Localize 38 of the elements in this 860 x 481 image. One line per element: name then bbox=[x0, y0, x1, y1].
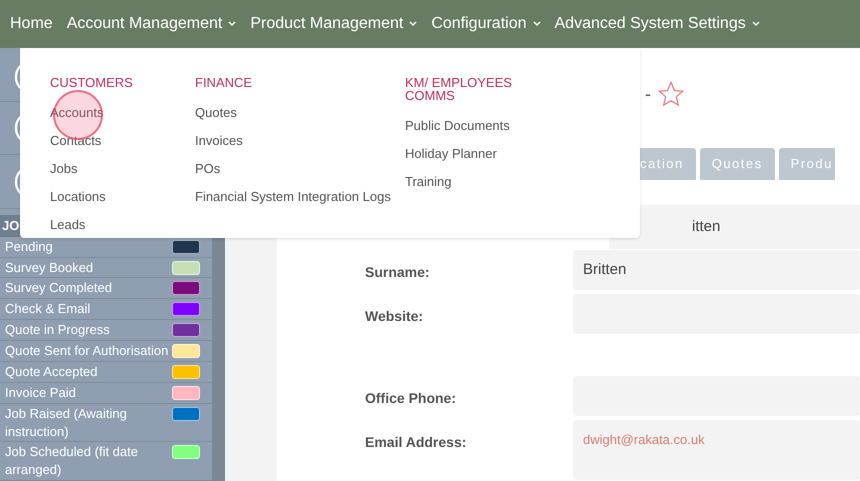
status-label[interactable]: Quote Sent for Authorisation bbox=[5, 342, 172, 360]
menu-item[interactable]: Public Documents bbox=[405, 116, 605, 144]
star-icon[interactable] bbox=[657, 80, 685, 108]
nav-menu-item[interactable]: Advanced System Settings bbox=[554, 12, 760, 36]
field-label: Email Address: bbox=[364, 433, 468, 452]
menu-heading: CUSTOMERS bbox=[50, 76, 134, 89]
status-label[interactable]: Check & Email bbox=[5, 300, 172, 318]
nav-menu-item[interactable]: Configuration bbox=[431, 12, 540, 36]
nav-menu-item[interactable]: Home bbox=[10, 12, 53, 36]
section-heading: JO bbox=[2, 216, 20, 235]
menu-item[interactable]: POs bbox=[195, 159, 405, 187]
status-label[interactable]: Job Scheduled (fit date arranged) bbox=[5, 443, 172, 480]
status-label[interactable]: Survey Booked bbox=[5, 258, 172, 277]
menu-item[interactable]: Invoices bbox=[195, 131, 405, 159]
field-label: Office Phone: bbox=[364, 389, 458, 408]
menu-item[interactable]: Holiday Planner bbox=[405, 144, 605, 172]
menu-item[interactable]: Contacts bbox=[50, 131, 195, 159]
status-label[interactable]: Invoice Paid bbox=[5, 384, 172, 402]
status-label[interactable]: Survey Completed bbox=[5, 279, 172, 298]
menu-item[interactable]: Leads bbox=[50, 215, 195, 243]
menu-heading: FINANCE bbox=[195, 76, 254, 89]
menu-item[interactable]: Jobs bbox=[50, 159, 195, 187]
menu-item[interactable]: Quotes bbox=[195, 103, 405, 131]
status-label[interactable]: Job Raised (Awaiting instruction) bbox=[5, 404, 172, 441]
field-value: itten bbox=[692, 216, 720, 237]
status-label[interactable]: Quote Accepted bbox=[5, 362, 172, 381]
status-label[interactable]: Quote in Progress bbox=[5, 321, 172, 340]
menu-item[interactable]: Financial System Integration Logs bbox=[195, 187, 405, 215]
menu-item[interactable]: Locations bbox=[50, 187, 195, 215]
input-field[interactable]: Britten bbox=[573, 250, 860, 290]
field-label: Surname: bbox=[364, 263, 431, 282]
menu-heading: KM/ EMPLOYEES COMMS bbox=[405, 76, 513, 102]
field-label: Website: bbox=[364, 307, 424, 326]
input-field[interactable]: dwight@rakata.co.uk bbox=[573, 420, 860, 480]
menu-item[interactable]: Training bbox=[405, 172, 605, 200]
nav-menu-item[interactable]: Account Management bbox=[66, 12, 236, 36]
nav-menu-item[interactable]: Product Management bbox=[250, 12, 418, 36]
title-text: - bbox=[645, 83, 651, 106]
